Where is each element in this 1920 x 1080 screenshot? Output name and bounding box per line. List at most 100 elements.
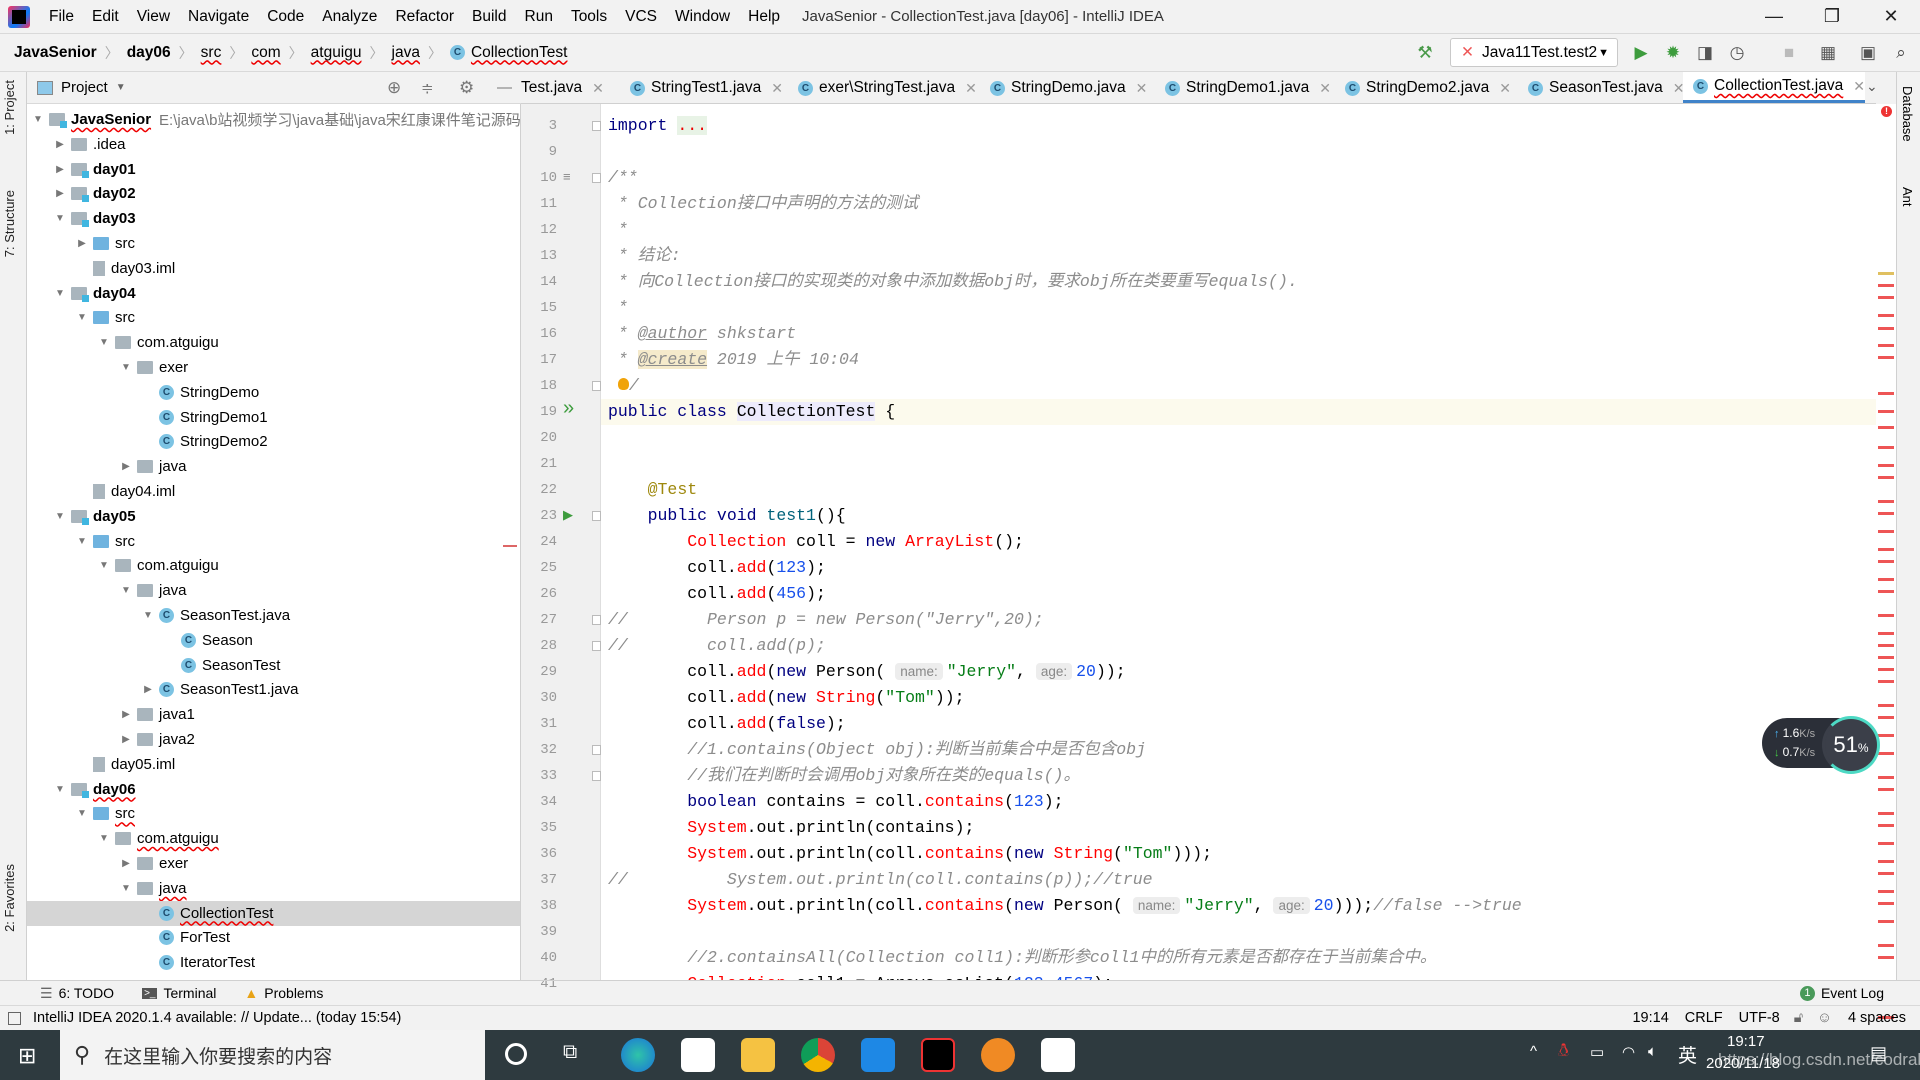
tree-item[interactable]: ▼ src <box>27 305 520 330</box>
ime-indicator[interactable]: 英 <box>1678 1041 1697 1068</box>
tree-item[interactable]: ▶ .idea <box>27 132 520 157</box>
tree-item[interactable]: C StringDemo <box>27 380 520 405</box>
menu-help[interactable]: Help <box>739 8 789 26</box>
error-stripe-mark[interactable] <box>1878 680 1894 683</box>
close-tab-icon[interactable]: ✕ <box>771 80 783 97</box>
notification-icon[interactable]: ▤ <box>1870 1043 1887 1064</box>
menu-vcs[interactable]: VCS <box>616 8 666 26</box>
error-stripe-mark[interactable] <box>1878 860 1894 863</box>
error-stripe-mark[interactable] <box>1878 476 1894 479</box>
locate-icon[interactable]: ⊕ <box>387 78 401 98</box>
tabs-overflow-chevron-icon[interactable]: ⌄ <box>1866 78 1878 95</box>
error-stripe-mark[interactable] <box>1878 956 1894 959</box>
fold-marker-icon[interactable] <box>592 381 601 391</box>
wps-writer-icon[interactable] <box>861 1038 895 1072</box>
expanded-arrow-icon[interactable]: ▼ <box>75 536 89 547</box>
code-token[interactable]: ... <box>677 116 708 135</box>
status-toggle-icon[interactable] <box>8 1011 21 1025</box>
error-stripe-mark[interactable] <box>1878 284 1894 287</box>
collapsed-arrow-icon[interactable]: ▶ <box>119 734 133 745</box>
collapsed-arrow-icon[interactable]: ▶ <box>53 188 67 199</box>
file-encoding[interactable]: UTF-8 <box>1739 1010 1780 1026</box>
close-tab-icon[interactable]: ✕ <box>1499 80 1511 97</box>
error-stripe[interactable]: ! <box>1876 104 1896 1037</box>
error-stripe-mark[interactable] <box>1878 548 1894 551</box>
project-view-select[interactable]: Project <box>61 79 108 96</box>
expanded-arrow-icon[interactable]: ▼ <box>97 560 111 571</box>
hide-icon[interactable]: — <box>497 79 512 96</box>
tree-item[interactable]: ▶ day02 <box>27 181 520 206</box>
tree-item[interactable]: ▶ java <box>27 454 520 479</box>
qq-icon[interactable]: 🐧︎ <box>1558 1040 1569 1063</box>
menu-edit[interactable]: Edit <box>83 8 128 26</box>
tab-structure[interactable]: 7: Structure <box>2 190 17 257</box>
coverage-icon[interactable]: ◨ <box>1692 40 1718 66</box>
error-stripe-mark[interactable] <box>1878 842 1894 845</box>
terminal-window-icon[interactable]: ▣ <box>1855 40 1881 66</box>
tree-item[interactable]: ▶ exer <box>27 851 520 876</box>
breadcrumb-item[interactable]: src 〉 <box>201 43 252 63</box>
battery-icon[interactable]: ▭ <box>1590 1043 1604 1061</box>
expanded-arrow-icon[interactable]: ▼ <box>97 833 111 844</box>
editor-tab[interactable]: C SeasonTest.java ✕ <box>1518 72 1684 103</box>
tree-item[interactable]: ▼ java <box>27 876 520 901</box>
collapsed-arrow-icon[interactable]: ▶ <box>119 709 133 720</box>
tree-item[interactable]: ▼ C SeasonTest.java <box>27 603 520 628</box>
intellij-taskbar-icon[interactable] <box>921 1038 955 1072</box>
error-stripe-mark[interactable] <box>1878 716 1894 719</box>
error-stripe-mark[interactable] <box>1878 872 1894 875</box>
error-stripe-mark[interactable] <box>1878 920 1894 923</box>
error-stripe-mark[interactable] <box>1878 272 1894 275</box>
tree-item[interactable]: ▼ day04 <box>27 281 520 306</box>
tree-item[interactable]: C ForTest <box>27 925 520 950</box>
fold-marker-icon[interactable] <box>592 511 601 521</box>
error-stripe-mark[interactable] <box>1878 614 1894 617</box>
tray-chevron-icon[interactable]: ^ <box>1530 1043 1537 1060</box>
error-stripe-mark[interactable] <box>1878 824 1894 827</box>
collapse-all-icon[interactable]: ≑ <box>421 79 434 97</box>
error-stripe-mark[interactable] <box>1878 734 1894 737</box>
tree-item[interactable]: ▼ exer <box>27 355 520 380</box>
error-stripe-mark[interactable] <box>1878 812 1894 815</box>
menu-file[interactable]: File <box>40 8 83 26</box>
volume-icon[interactable]: 🔈︎ <box>1648 1043 1657 1060</box>
expanded-arrow-icon[interactable]: ▼ <box>53 213 67 224</box>
menu-analyze[interactable]: Analyze <box>313 8 386 26</box>
file-explorer-icon[interactable] <box>741 1038 775 1072</box>
close-tab-icon[interactable]: ✕ <box>1136 80 1148 97</box>
editor-tab[interactable]: C StringDemo.java ✕ <box>980 72 1148 103</box>
debug-icon[interactable]: ✹ <box>1660 40 1686 66</box>
fold-marker-icon[interactable] <box>592 641 601 651</box>
tree-item[interactable]: ▼ com.atguigu <box>27 330 520 355</box>
error-stripe-mark[interactable] <box>1878 944 1894 947</box>
tab-ant[interactable]: Ant <box>1900 187 1915 207</box>
task-view-icon[interactable]: ⧉ <box>563 1041 577 1064</box>
tree-item[interactable]: ▼ JavaSenior E:\java\b站视频学习\java基础\java宋红康… <box>27 107 520 132</box>
profile-icon[interactable]: ◷ <box>1724 40 1750 66</box>
breadcrumb-item[interactable]: JavaSenior 〉 <box>14 43 127 63</box>
close-tab-icon[interactable]: ✕ <box>592 80 604 97</box>
menu-run[interactable]: Run <box>516 8 562 26</box>
collapsed-arrow-icon[interactable]: ▶ <box>53 139 67 150</box>
clock-time[interactable]: 19:17 <box>1727 1033 1765 1050</box>
expanded-arrow-icon[interactable]: ▼ <box>75 808 89 819</box>
error-stripe-mark[interactable] <box>1878 752 1894 755</box>
tree-item[interactable]: day05.iml <box>27 752 520 777</box>
menu-code[interactable]: Code <box>258 8 313 26</box>
search-icon[interactable]: ⌕ <box>1888 40 1914 66</box>
expanded-arrow-icon[interactable]: ▼ <box>53 784 67 795</box>
error-stripe-mark[interactable] <box>1878 590 1894 593</box>
tree-item[interactable]: C CollectionTest <box>27 900 520 926</box>
tree-item[interactable]: ▼ day05 <box>27 504 520 529</box>
expanded-arrow-icon[interactable]: ▼ <box>119 883 133 894</box>
tree-item[interactable]: ▼ java <box>27 578 520 603</box>
tree-item[interactable]: ▶ java1 <box>27 702 520 727</box>
error-stripe-mark[interactable] <box>1878 327 1894 331</box>
wifi-icon[interactable]: ◠ <box>1622 1043 1635 1061</box>
expanded-arrow-icon[interactable]: ▼ <box>119 362 133 373</box>
error-stripe-mark[interactable] <box>1878 500 1894 503</box>
caret-position[interactable]: 19:14 <box>1632 1010 1668 1026</box>
tree-item[interactable]: ▼ src <box>27 529 520 554</box>
doc-render-icon[interactable]: ≡ <box>563 169 571 184</box>
status-message[interactable]: IntelliJ IDEA 2020.1.4 available: // Upd… <box>33 1010 401 1026</box>
